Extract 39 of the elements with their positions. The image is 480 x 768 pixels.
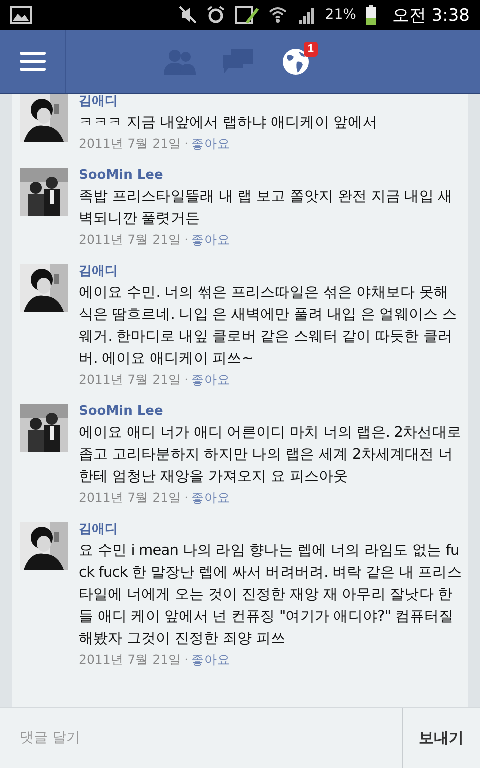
comment-input[interactable]: 댓글 달기 <box>0 708 401 768</box>
like-link[interactable]: 좋아요 <box>192 134 231 154</box>
clock-time: 오전 3:38 <box>392 4 470 26</box>
comment-text: 에이요 애디 너가 애디 어른이디 마치 너의 랩은. 2차선대로 좁고 고리타분하지 하지만 나의 랩은 세계 2차세계대전 너한테 엄청난 재앙을 가져오지 요 피스아웃 <box>79 424 462 487</box>
like-link[interactable]: 좋아요 <box>192 230 231 250</box>
gallery-icon <box>10 6 32 24</box>
like-link[interactable]: 좋아요 <box>192 370 231 390</box>
separator-dot: · <box>184 371 189 389</box>
send-button[interactable]: 보내기 <box>401 708 480 768</box>
app-icon <box>235 6 260 24</box>
globe-icon <box>282 48 310 76</box>
notification-count: 1 <box>304 42 318 56</box>
like-link[interactable]: 좋아요 <box>192 650 231 670</box>
like-link[interactable]: 좋아요 <box>192 488 231 508</box>
comment-text: ㅋㅋㅋ 지금 내앞에서 랩하냐 애디케이 앞에서 <box>79 114 378 133</box>
mute-icon <box>179 6 198 24</box>
comment-author[interactable]: 김애디 <box>79 520 462 540</box>
menu-icon <box>20 52 46 72</box>
comment-date: 2011년 7월 21일 <box>79 231 182 249</box>
separator-dot: · <box>184 489 189 507</box>
comment-author[interactable]: 김애디 <box>79 94 462 112</box>
comment-date: 2011년 7월 21일 <box>79 489 182 507</box>
alarm-icon <box>207 6 226 24</box>
battery-percent: 21% <box>325 7 356 23</box>
comment-text: 요 수민 i mean 나의 라임 향나는 렙에 너의 라임도 없는 fuck fuck 한 말장난 렙에 싸서 버려버려. 벼락 같은 내 프리스타일에 너에게 오는 것이 진정한 재앙 재 아무리 잘낫다 한들 애디 케이 앞에서 넌 컨퓨징 "여기가 애디야?" 컴퓨터질 해봤자 그것이 진정한 죄양 피쓰 <box>79 542 462 649</box>
comment-author[interactable]: 김애디 <box>79 262 462 282</box>
separator-dot: · <box>184 135 189 153</box>
comment-author[interactable]: SooMin Lee <box>79 402 462 422</box>
separator-dot: · <box>184 651 189 669</box>
comment-text: 에이요 수민. 너의 썪은 프리스따일은 섞은 야채보다 못해 식은 땀흐르네. 니입 은 새벽에만 풀려 내입 은 얼웨이스 스웨거. 한마디로 내잎 클로버 같은 스웨터 같이 따듯한 클러버. 에이요 애디케이 피쓰~ <box>79 284 458 369</box>
signal-icon <box>297 6 316 24</box>
comment-date: 2011년 7월 21일 <box>79 135 182 153</box>
comment-author[interactable]: SooMin Lee <box>79 166 462 186</box>
comment-text: 족밥 프리스타일뜰래 내 랩 보고 쫄앗지 완전 지금 내입 새벽되니깐 풀렷거든 <box>79 188 454 229</box>
comment-date: 2011년 7월 21일 <box>79 371 182 389</box>
separator-dot: · <box>184 231 189 249</box>
comment-date: 2011년 7월 21일 <box>79 651 182 669</box>
wifi-icon <box>269 6 288 24</box>
battery-icon <box>366 5 376 25</box>
